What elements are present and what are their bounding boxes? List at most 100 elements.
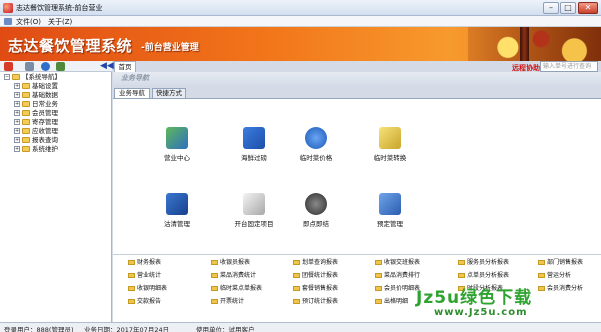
menu-file[interactable]: 文件(O): [16, 17, 41, 27]
expand-icon[interactable]: +: [14, 137, 20, 143]
report-label: 营运分析: [547, 272, 572, 279]
func-seafood-weigh[interactable]: 海鲜过磅: [224, 127, 284, 162]
func-temp-dish-convert[interactable]: 临时菜转换: [360, 127, 420, 162]
report-label: 部门销售报表: [547, 259, 584, 266]
report-link[interactable]: 团餐统计报表: [293, 272, 338, 280]
report-link[interactable]: 收银员报表: [211, 259, 250, 267]
watermark-main: Jz5u绿色下载: [416, 288, 533, 308]
help-icon[interactable]: [41, 62, 50, 71]
tree-item-maintenance[interactable]: + 系统维护: [14, 145, 58, 154]
expand-icon[interactable]: +: [14, 83, 20, 89]
func-business-center[interactable]: 营业中心: [147, 127, 207, 162]
func-sold-out[interactable]: 沽清管理: [147, 193, 207, 228]
func-reservation[interactable]: 预定管理: [360, 193, 420, 228]
instant-pay-icon: [305, 193, 327, 215]
report-link[interactable]: 营业统计: [128, 272, 161, 280]
report-link[interactable]: 交款报告: [128, 298, 161, 306]
func-table-fixed-items[interactable]: 开台固定项目: [224, 193, 284, 228]
report-folder-icon: [128, 286, 135, 291]
report-folder-icon: [211, 260, 218, 265]
folder-icon: [22, 146, 30, 152]
reservation-icon: [379, 193, 401, 215]
minimize-button[interactable]: –: [543, 2, 559, 14]
tab-business-nav[interactable]: 业务导航: [114, 88, 150, 98]
order-search-input[interactable]: 输入单号进行查询: [540, 61, 598, 72]
report-folder-icon: [538, 273, 545, 278]
report-link[interactable]: 菜品消费统计: [211, 272, 256, 280]
report-folder-icon: [293, 260, 300, 265]
report-folder-icon: [458, 273, 465, 278]
tree-item-daily-business[interactable]: + 日常业务: [14, 100, 58, 109]
tree-item-storage[interactable]: + 寄存管理: [14, 118, 58, 127]
report-link[interactable]: 财务报表: [128, 259, 161, 267]
report-folder-icon: [293, 273, 300, 278]
status-user: 登录用户：888(管理员): [4, 326, 74, 332]
settings-icon[interactable]: [56, 62, 65, 71]
header-banner: 志达餐饮管理系统 -前台营业管理: [0, 27, 601, 61]
report-link[interactable]: 部门销售报表: [538, 259, 583, 267]
tree-item-receivables[interactable]: + 应收管理: [14, 127, 58, 136]
folder-icon: [12, 74, 20, 80]
expand-icon[interactable]: +: [14, 128, 20, 134]
report-link[interactable]: 出格明细: [375, 298, 408, 306]
refresh-icon[interactable]: [4, 62, 13, 71]
report-folder-icon: [211, 286, 218, 291]
report-link[interactable]: 临时菜点单报表: [211, 285, 262, 293]
report-label: 临时菜点单报表: [220, 285, 263, 292]
report-link[interactable]: 收银明细表: [128, 285, 167, 293]
tree-item-basic-settings[interactable]: + 基础设置: [14, 82, 58, 91]
report-label: 收银交班报表: [384, 259, 421, 266]
report-link[interactable]: 营运分析: [538, 272, 571, 280]
report-link[interactable]: 预订统计报表: [293, 298, 338, 306]
report-label: 出格明细: [384, 298, 409, 305]
tree-toolbar: [0, 61, 112, 72]
report-label: 营业统计: [137, 272, 162, 279]
report-folder-icon: [128, 260, 135, 265]
report-label: 收银明细表: [137, 285, 168, 292]
tree-root[interactable]: − 【系统导航】: [4, 73, 61, 82]
report-link[interactable]: 会员价明细表: [375, 285, 420, 293]
expand-icon[interactable]: +: [14, 92, 20, 98]
report-label: 套餐销售报表: [302, 285, 339, 292]
collapse-icon[interactable]: −: [4, 74, 10, 80]
report-link[interactable]: 开票统计: [211, 298, 244, 306]
food-image: [468, 27, 601, 61]
report-link[interactable]: 收银交班报表: [375, 259, 420, 267]
maximize-button[interactable]: □: [560, 2, 576, 14]
report-link[interactable]: 点单员分析报表: [458, 272, 509, 280]
expand-icon[interactable]: +: [14, 110, 20, 116]
expand-icon[interactable]: +: [14, 119, 20, 125]
report-label: 团餐统计报表: [302, 272, 339, 279]
report-folder-icon: [538, 260, 545, 265]
tab-home[interactable]: 首页: [114, 61, 136, 72]
nav-header: [113, 72, 601, 86]
report-folder-icon: [211, 299, 218, 304]
print-icon[interactable]: [25, 62, 34, 71]
tab-shortcuts[interactable]: 快捷方式: [152, 88, 186, 98]
report-link[interactable]: 套餐销售报表: [293, 285, 338, 293]
report-label: 划单查询报表: [302, 259, 339, 266]
report-folder-icon: [293, 299, 300, 304]
tree-item-members[interactable]: + 会员管理: [14, 109, 58, 118]
banner-subtitle: -前台营业管理: [141, 43, 199, 53]
collapse-panel-icon[interactable]: ◀◀: [100, 61, 114, 71]
report-link[interactable]: 菜品消费排行: [375, 272, 420, 280]
pos-terminal-icon: [166, 127, 188, 149]
window-title: 志达餐饮管理系统-前台营业: [16, 4, 103, 12]
report-link[interactable]: 划单查询报表: [293, 259, 338, 267]
close-button[interactable]: ✕: [578, 2, 598, 14]
navigation-tree: − 【系统导航】 + 基础设置 + 基础数据 + 日常业务 + 会员管理 + 寄存管理 + 应…: [0, 72, 112, 322]
status-unit: 使用单位：试用客户: [196, 326, 255, 332]
func-temp-dish-price[interactable]: 临时菜价格: [286, 127, 346, 162]
tree-item-basic-data[interactable]: + 基础数据: [14, 91, 58, 100]
expand-icon[interactable]: +: [14, 146, 20, 152]
report-folder-icon: [128, 273, 135, 278]
report-label: 服务员分析报表: [467, 259, 510, 266]
func-instant-checkout[interactable]: 即点即结: [286, 193, 346, 228]
bottle-image: [520, 27, 529, 61]
menu-about[interactable]: 关于(Z): [48, 17, 72, 27]
report-link[interactable]: 服务员分析报表: [458, 259, 509, 267]
tree-item-reports[interactable]: + 报表查询: [14, 136, 58, 145]
expand-icon[interactable]: +: [14, 101, 20, 107]
watermark: Jz5u绿色下载 www.Jz5u.com: [416, 283, 596, 323]
